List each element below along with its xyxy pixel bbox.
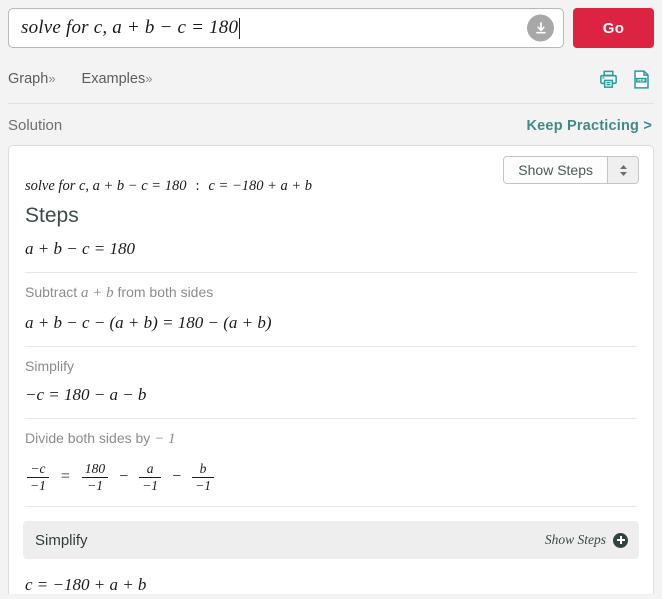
fraction-b-over-neg1: b −1: [192, 461, 214, 493]
fraction-numerator: 180: [84, 461, 106, 476]
fraction-numerator: a: [146, 461, 154, 476]
download-circle-icon[interactable]: [527, 14, 554, 42]
step-label-subtract: Subtract a + b from both sides: [23, 273, 639, 302]
step-label-prefix: Simplify: [25, 358, 75, 374]
examples-chevron: »: [145, 71, 153, 86]
query-separator: :: [195, 178, 200, 194]
search-bar: solve for c, a + b − c = 180 Go: [0, 0, 662, 48]
secondary-nav: Graph» Examples» PDF: [0, 48, 662, 92]
minus-operator: −: [172, 468, 182, 486]
graph-link[interactable]: Graph»: [8, 71, 56, 87]
minus-operator: −: [119, 468, 129, 486]
fraction-a-over-neg1: a −1: [139, 461, 162, 494]
examples-link-label: Examples: [81, 71, 146, 87]
fraction-180-over-neg1: 180 −1: [81, 461, 109, 494]
show-steps-toggle-label: Show Steps: [544, 532, 606, 548]
query-expression: solve for c, a + b − c = 180: [25, 178, 187, 194]
fraction-numerator: −c: [30, 461, 46, 476]
final-simplify-bar[interactable]: Simplify Show Steps: [23, 521, 639, 560]
step-label-suffix: from both sides: [117, 284, 214, 300]
solution-card: Show Steps solve for c, a + b − c = 180:…: [8, 145, 654, 594]
show-steps-select[interactable]: Show Steps: [503, 156, 639, 184]
step-divider: [25, 506, 637, 508]
step-label-prefix: Divide both sides by: [25, 430, 151, 446]
solution-header: Solution Keep Practicing >: [0, 104, 662, 138]
step-label-math: a + b: [81, 285, 114, 301]
examples-link[interactable]: Examples»: [82, 71, 153, 87]
equals-sign: =: [60, 468, 70, 486]
keep-practicing-link[interactable]: Keep Practicing >: [527, 118, 653, 134]
step-label-prefix: Subtract: [25, 284, 78, 300]
search-input-value: solve for c, a + b − c = 180: [21, 17, 239, 38]
fraction-numerator: b: [199, 461, 207, 476]
page-root: solve for c, a + b − c = 180 Go Graph» E…: [0, 0, 662, 599]
step-equation-divide: −c −1 = 180 −1 − a −1 − b −1: [23, 448, 639, 493]
text-caret: [239, 17, 241, 39]
fraction-denominator: −1: [139, 476, 162, 494]
printer-icon[interactable]: [598, 69, 619, 90]
pdf-icon[interactable]: PDF: [631, 69, 652, 90]
plus-circle-icon[interactable]: [613, 532, 628, 548]
step-label-math: − 1: [154, 431, 176, 447]
stepper-arrows-icon[interactable]: [607, 157, 638, 183]
step-label-simplify: Simplify: [23, 347, 639, 374]
initial-equation: a + b − c = 180: [25, 239, 135, 258]
steps-heading: Steps: [25, 204, 79, 227]
svg-text:PDF: PDF: [637, 77, 645, 82]
go-button[interactable]: Go: [573, 8, 654, 48]
final-simplify-label: Simplify: [35, 531, 88, 549]
show-steps-select-label: Show Steps: [504, 157, 607, 183]
step-equation-subtract: a + b − c − (a + b) = 180 − (a + b): [25, 313, 272, 332]
final-equation: c = −180 + a + b: [25, 575, 147, 595]
solution-title: Solution: [8, 117, 63, 134]
graph-chevron: »: [48, 71, 56, 86]
graph-link-label: Graph: [8, 71, 49, 87]
search-input[interactable]: solve for c, a + b − c = 180: [8, 8, 564, 48]
fraction-denominator: −1: [192, 476, 214, 494]
show-steps-toggle[interactable]: Show Steps: [545, 532, 628, 548]
fraction-c-over-neg1: −c −1: [27, 461, 49, 493]
fraction-denominator: −1: [27, 476, 49, 494]
step-equation-simplify: −c = 180 − a − b: [25, 385, 147, 404]
query-result: c = −180 + a + b: [208, 178, 313, 194]
step-label-divide: Divide both sides by − 1: [23, 419, 639, 448]
fraction-denominator: −1: [81, 476, 109, 494]
